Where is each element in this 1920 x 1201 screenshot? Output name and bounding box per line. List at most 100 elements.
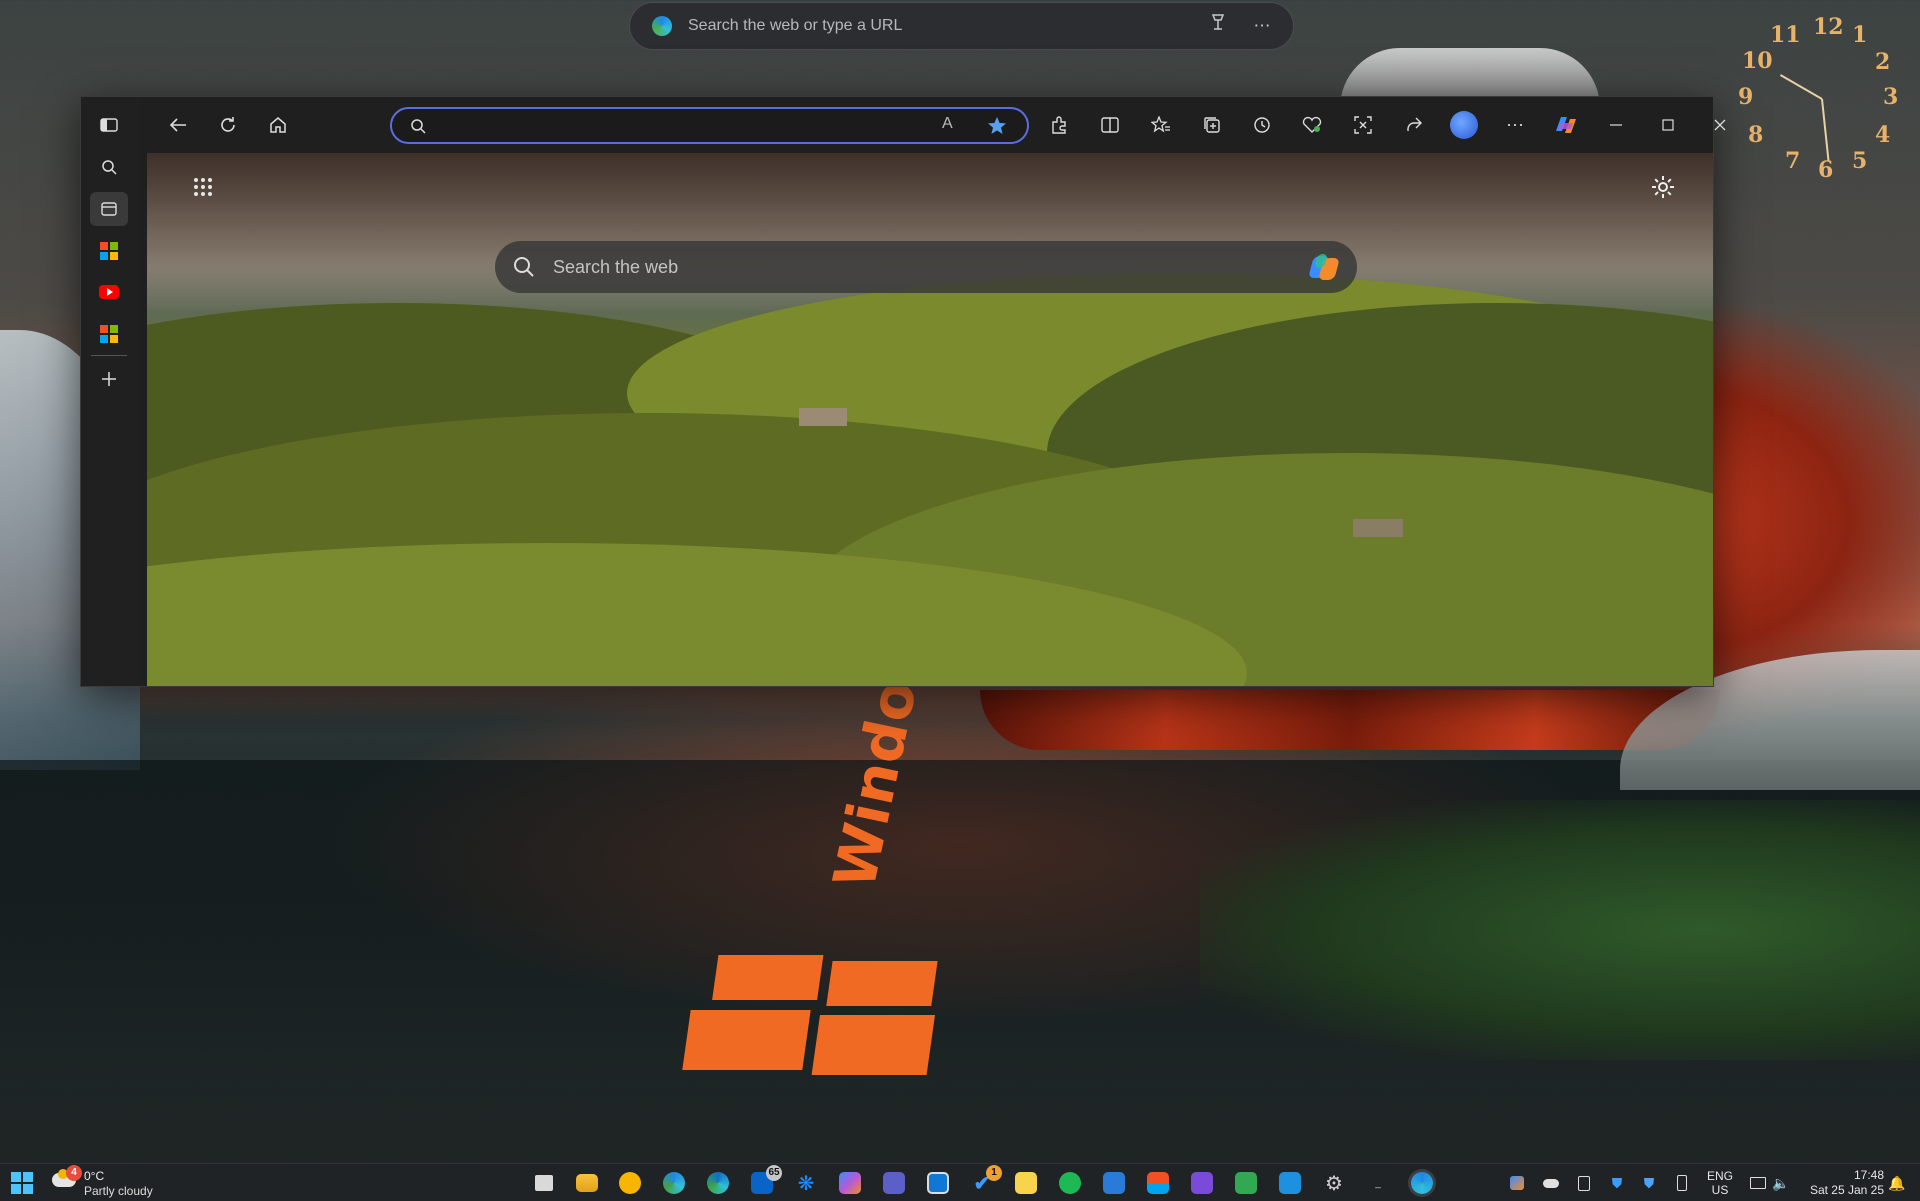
clock-date: Sat 25 Jan 25 — [1809, 1183, 1884, 1197]
new-tab-plus-icon[interactable] — [90, 362, 128, 396]
app-blue-icon[interactable] — [1276, 1169, 1304, 1197]
app-purple-house-icon[interactable] — [1188, 1169, 1216, 1197]
refresh-icon[interactable] — [213, 110, 243, 140]
edge-icon[interactable] — [704, 1169, 732, 1197]
language-indicator[interactable]: ENG US — [1705, 1169, 1735, 1197]
address-bar[interactable]: A — [390, 107, 1029, 144]
read-aloud-icon[interactable]: A — [942, 115, 953, 133]
ntp-search-placeholder: Search the web — [553, 256, 679, 277]
spotify-icon[interactable] — [1056, 1169, 1084, 1197]
clock-time: 17:48 — [1853, 1168, 1884, 1182]
copilot-icon[interactable] — [1551, 110, 1581, 140]
network-icon[interactable] — [1747, 1169, 1769, 1197]
edge-browser-window: A ⋯ Search the web — [80, 96, 1726, 687]
clock-numeral: 9 — [1738, 84, 1754, 110]
settings-gear-icon[interactable]: ⚙ — [1320, 1169, 1348, 1197]
home-icon[interactable] — [263, 110, 293, 140]
copilot-tray-icon[interactable] — [1506, 1169, 1528, 1197]
copilot-search-icon[interactable] — [1307, 250, 1341, 284]
wallpaper-red-ribbon — [980, 690, 1720, 750]
clock-numeral: 11 — [1770, 22, 1801, 48]
new-tab-page: Search the web — [147, 153, 1713, 686]
copilot-m365-icon[interactable] — [836, 1169, 864, 1197]
defender-shield-icon[interactable]: ⛊ — [1606, 1169, 1628, 1197]
start-button[interactable] — [8, 1169, 36, 1197]
profile-avatar-icon[interactable] — [1449, 110, 1479, 140]
onedrive-icon[interactable] — [1540, 1169, 1562, 1197]
ntp-search-box[interactable]: Search the web — [495, 241, 1357, 293]
back-arrow-icon[interactable] — [163, 110, 193, 140]
clock-numeral: 10 — [1742, 48, 1773, 74]
favorite-star-icon[interactable] — [987, 116, 1007, 136]
teams-icon[interactable] — [880, 1169, 908, 1197]
todo-badge: 1 — [986, 1165, 1002, 1181]
usb-icon[interactable] — [1671, 1169, 1693, 1197]
tab-microsoft-icon[interactable] — [90, 234, 128, 268]
search-icon — [411, 119, 426, 134]
outlook-unread-badge: 65 — [766, 1165, 782, 1181]
outlook-mail-icon[interactable]: 65 — [748, 1165, 782, 1197]
clock-numeral: 7 — [1785, 148, 1801, 174]
tab-actions-icon[interactable] — [90, 108, 128, 142]
microsoft-store-icon[interactable] — [1144, 1169, 1172, 1197]
history-icon[interactable] — [1247, 110, 1277, 140]
clock-minute-hand — [1821, 98, 1830, 161]
clock-numeral: 1 — [1852, 22, 1868, 48]
sticky-notes-icon[interactable] — [1012, 1169, 1040, 1197]
clock-numeral: 3 — [1883, 84, 1899, 110]
farmhouse — [1353, 519, 1403, 537]
tab-youtube-icon[interactable] — [90, 275, 128, 309]
weather-widget[interactable]: 4 0°C Partly cloudy — [50, 1165, 170, 1199]
browser-essentials-icon[interactable] — [1297, 110, 1327, 140]
clock-numeral: 4 — [1875, 122, 1891, 148]
visual-search-icon[interactable] — [1205, 13, 1231, 39]
clock-numeral: 2 — [1875, 49, 1891, 75]
address-input[interactable] — [444, 115, 928, 139]
floating-search-bar[interactable]: Search the web or type a URL ⋯ — [629, 2, 1294, 50]
favorites-icon[interactable] — [1146, 110, 1176, 140]
notifications-bell-icon[interactable]: 🔔 — [1886, 1169, 1908, 1197]
app-green-icon[interactable] — [1232, 1169, 1260, 1197]
collections-icon[interactable] — [1197, 110, 1227, 140]
maximize-icon[interactable] — [1653, 110, 1683, 140]
floating-search-placeholder: Search the web or type a URL — [688, 17, 903, 34]
share-icon[interactable] — [1399, 110, 1429, 140]
tabs-divider — [91, 355, 127, 356]
screenshot-icon[interactable] — [1348, 110, 1378, 140]
weather-alert-badge: 4 — [66, 1165, 82, 1181]
volume-icon[interactable]: 🔈 — [1770, 1169, 1792, 1197]
office-app-icon[interactable] — [1100, 1169, 1128, 1197]
system-clock[interactable]: 17:48 Sat 25 Jan 25 — [1800, 1168, 1884, 1198]
minimize-icon[interactable] — [1601, 110, 1631, 140]
vertical-tabs-bar — [81, 97, 139, 686]
keyboard-region: US — [1711, 1183, 1729, 1197]
extensions-icon[interactable] — [1044, 110, 1074, 140]
tab-new-tab[interactable] — [90, 192, 128, 226]
taskbar-more-icon[interactable]: _ — [1364, 1169, 1392, 1197]
farmhouse — [799, 408, 847, 426]
clock-numeral: 5 — [1852, 148, 1868, 174]
taskbar: 4 0°C Partly cloudy 65 ❋ ✔ 1 ⚙ _ ⛊ ⛊ ENG… — [0, 1163, 1920, 1201]
file-explorer-icon[interactable] — [573, 1169, 601, 1197]
clock-numeral: 8 — [1748, 122, 1764, 148]
search-icon — [514, 257, 534, 277]
security-shield-icon[interactable]: ⛊ — [1638, 1169, 1660, 1197]
task-view-icon[interactable] — [530, 1169, 558, 1197]
edge-canary-icon[interactable] — [1408, 1169, 1436, 1197]
split-screen-icon[interactable] — [1095, 110, 1125, 140]
page-settings-gear-icon[interactable] — [1649, 173, 1677, 201]
edge-dev-icon[interactable] — [660, 1169, 688, 1197]
tab-microsoft-store-icon[interactable] — [90, 317, 128, 351]
search-tabs-icon[interactable] — [90, 150, 128, 184]
todo-icon[interactable]: ✔ 1 — [968, 1165, 1002, 1197]
outlook-icon[interactable] — [924, 1169, 952, 1197]
close-icon[interactable] — [1705, 110, 1735, 140]
browser-toolbar: A ⋯ — [139, 97, 1726, 153]
settings-more-icon[interactable]: ⋯ — [1500, 110, 1530, 140]
clock-numeral: 12 — [1813, 14, 1844, 40]
apps-launcher-icon[interactable] — [186, 170, 220, 204]
tablet-icon[interactable] — [1573, 1169, 1595, 1197]
bluesky-icon[interactable]: ❋ — [792, 1169, 820, 1197]
weather-app-icon[interactable] — [616, 1169, 644, 1197]
more-options-icon[interactable]: ⋯ — [1249, 13, 1275, 39]
